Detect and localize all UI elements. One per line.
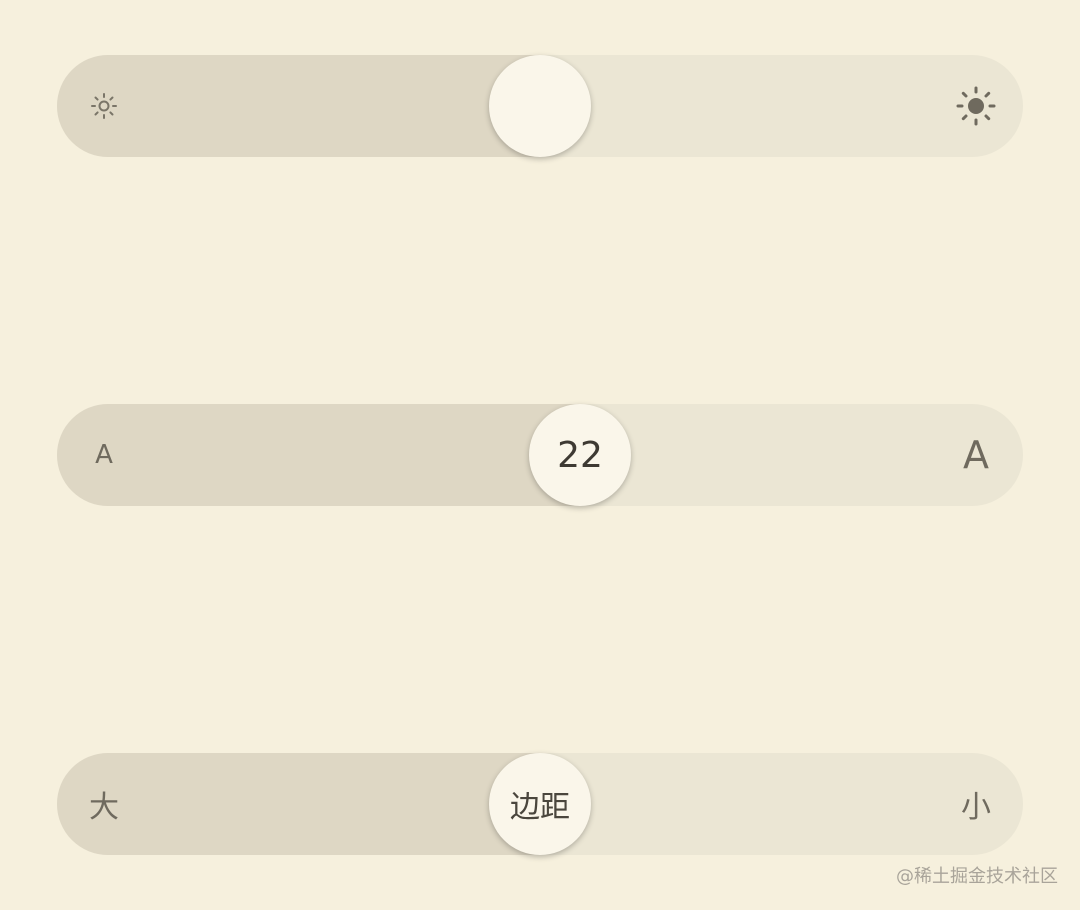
margin-knob[interactable]: 边距 bbox=[489, 753, 591, 855]
margin-fill bbox=[57, 753, 539, 855]
margin-right-label-wrap: 小 bbox=[951, 753, 1001, 855]
watermark: @稀土掘金技术社区 bbox=[896, 866, 1058, 887]
font-size-value: 22 bbox=[557, 434, 603, 476]
margin-large-label: 大 bbox=[89, 790, 119, 825]
font-size-slider[interactable]: A A 22 bbox=[57, 404, 1023, 506]
reader-settings-screen: A A 22 大 小 边距 @稀土掘金技术社区 bbox=[0, 0, 1080, 910]
small-a-label: A bbox=[95, 440, 113, 470]
margin-knob-label: 边距 bbox=[510, 790, 570, 825]
font-size-min-label: A bbox=[79, 404, 129, 506]
sun-large-icon bbox=[951, 55, 1001, 157]
font-size-knob[interactable]: 22 bbox=[529, 404, 631, 506]
brightness-knob[interactable] bbox=[489, 55, 591, 157]
sun-small-icon bbox=[79, 55, 129, 157]
margin-slider[interactable]: 大 小 边距 bbox=[57, 753, 1023, 855]
margin-left-label-wrap: 大 bbox=[79, 753, 129, 855]
margin-small-label: 小 bbox=[961, 790, 991, 825]
brightness-slider[interactable] bbox=[57, 55, 1023, 157]
font-size-fill bbox=[57, 404, 579, 506]
brightness-fill bbox=[57, 55, 539, 157]
large-a-label: A bbox=[963, 433, 989, 477]
font-size-max-label: A bbox=[951, 404, 1001, 506]
